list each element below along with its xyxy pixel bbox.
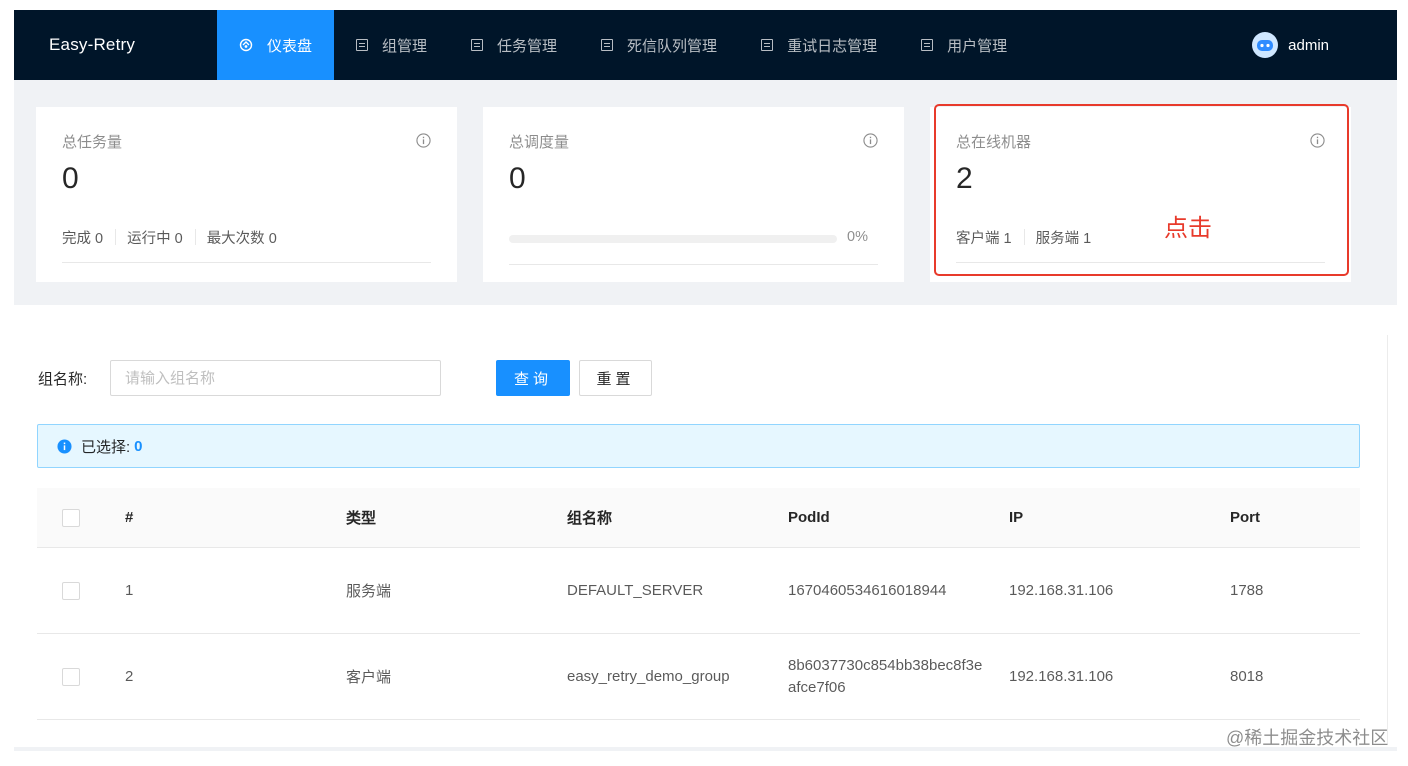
card-footer: 完成 0 运行中 0 最大次数 0 xyxy=(62,227,431,263)
menu-item-users[interactable]: 用户管理 xyxy=(899,10,1029,80)
column-header-type[interactable]: 类型 xyxy=(346,507,567,528)
card-online-machines[interactable]: 总在线机器 2 客户端 1 服务端 1 xyxy=(930,107,1351,282)
column-header-port[interactable]: Port xyxy=(1230,509,1360,526)
select-all-checkbox[interactable] xyxy=(62,508,80,527)
column-header-group[interactable]: 组名称 xyxy=(567,507,788,528)
list-icon xyxy=(356,39,369,51)
avatar xyxy=(1252,32,1279,58)
progress-track xyxy=(509,235,837,243)
header-checkbox-cell xyxy=(37,508,125,527)
table-row[interactable]: 1 服务端 DEFAULT_SERVER 1670460534616018944… xyxy=(37,548,1360,634)
row-checkbox-cell xyxy=(37,667,125,686)
divider xyxy=(14,747,1397,751)
cell-index: 1 xyxy=(125,582,134,599)
cell-ip: 192.168.31.106 xyxy=(1009,668,1114,685)
menu-item-tasks[interactable]: 任务管理 xyxy=(449,10,579,80)
stat-running: 运行中 0 xyxy=(127,231,183,247)
username: admin xyxy=(1288,36,1329,54)
stat-clients: 客户端 1 xyxy=(956,231,1012,247)
reset-button[interactable]: 重置 xyxy=(579,360,652,396)
cell-group: easy_retry_demo_group xyxy=(567,668,730,685)
user-menu[interactable]: admin xyxy=(1252,32,1329,58)
table-header: # 类型 组名称 PodId IP Port xyxy=(37,488,1360,548)
row-checkbox[interactable] xyxy=(62,667,80,686)
menu-label: 用户管理 xyxy=(947,37,1008,55)
dashboard-icon xyxy=(239,38,253,52)
group-name-input[interactable] xyxy=(110,360,441,396)
stat-max-retries: 最大次数 0 xyxy=(206,231,277,247)
stat-completed: 完成 0 xyxy=(62,231,104,247)
progress-text: 0% xyxy=(847,229,868,245)
top-nav: Easy-Retry 仪表盘 组管理 任务管理 死信队列管理 重试日志管理 用户… xyxy=(14,10,1397,80)
list-icon xyxy=(471,39,484,51)
list-icon xyxy=(761,39,774,51)
table-row[interactable]: 2 客户端 easy_retry_demo_group 8b6037730c85… xyxy=(37,634,1360,720)
card-total-tasks: 总任务量 0 完成 0 运行中 0 最大次数 0 xyxy=(36,107,457,282)
row-checkbox-cell xyxy=(37,581,125,600)
annotation-text: 点击 xyxy=(1164,215,1212,242)
menu-label: 死信队列管理 xyxy=(627,37,718,55)
cell-group: DEFAULT_SERVER xyxy=(567,582,704,599)
avatar-face-icon xyxy=(1257,40,1274,51)
progress: 0% xyxy=(509,229,878,265)
info-icon xyxy=(57,438,72,454)
list-icon xyxy=(921,39,934,51)
menu-label: 任务管理 xyxy=(497,37,558,55)
selection-alert: 已选择: 0 xyxy=(37,424,1360,468)
menu-label: 组管理 xyxy=(382,37,428,55)
machines-table: # 类型 组名称 PodId IP Port 1 服务端 DEFAULT_SER… xyxy=(37,488,1360,720)
cell-port: 1788 xyxy=(1230,582,1264,599)
card-footer: 客户端 1 服务端 1 xyxy=(956,227,1325,263)
main-menu: 仪表盘 组管理 任务管理 死信队列管理 重试日志管理 用户管理 xyxy=(217,10,1029,80)
cell-port: 8018 xyxy=(1230,668,1264,685)
menu-item-retry-log[interactable]: 重试日志管理 xyxy=(739,10,899,80)
divider xyxy=(1023,229,1025,245)
info-icon[interactable] xyxy=(416,133,431,148)
app-logo[interactable]: Easy-Retry xyxy=(14,35,217,55)
card-title: 总调度量 xyxy=(509,134,570,151)
row-checkbox[interactable] xyxy=(62,581,80,600)
cell-podid: 8b6037730c854bb38bec8f3eafce7f06 xyxy=(788,656,983,696)
menu-item-dead-letter[interactable]: 死信队列管理 xyxy=(579,10,739,80)
stat-servers: 服务端 1 xyxy=(1035,231,1092,247)
menu-item-dashboard[interactable]: 仪表盘 xyxy=(217,10,335,80)
menu-label: 重试日志管理 xyxy=(787,37,878,55)
column-header-podid[interactable]: PodId xyxy=(788,507,1009,529)
alert-text: 已选择: xyxy=(81,438,131,456)
card-title: 总任务量 xyxy=(62,134,123,151)
card-value: 0 xyxy=(509,162,526,195)
cell-ip: 192.168.31.106 xyxy=(1009,582,1114,599)
divider xyxy=(194,229,196,245)
selected-count: 0 xyxy=(134,437,143,455)
menu-item-groups[interactable]: 组管理 xyxy=(334,10,449,80)
scrollbar[interactable] xyxy=(1387,335,1397,745)
cell-type: 客户端 xyxy=(346,669,392,686)
card-value: 2 xyxy=(956,162,973,195)
watermark: @稀土掘金技术社区 xyxy=(1226,728,1389,748)
info-icon[interactable] xyxy=(863,133,878,148)
search-label: 组名称: xyxy=(38,371,88,388)
info-icon[interactable] xyxy=(1310,133,1325,148)
card-title: 总在线机器 xyxy=(956,134,1032,151)
list-icon xyxy=(601,39,614,51)
query-button[interactable]: 查询 xyxy=(496,360,570,396)
column-header-index[interactable]: # xyxy=(125,509,346,526)
menu-label: 仪表盘 xyxy=(267,37,313,55)
column-header-ip[interactable]: IP xyxy=(1009,509,1230,526)
cell-podid: 1670460534616018944 xyxy=(788,581,947,599)
divider xyxy=(115,229,117,245)
card-value: 0 xyxy=(62,162,79,195)
cell-type: 服务端 xyxy=(346,583,392,600)
card-total-schedules: 总调度量 0 0% xyxy=(483,107,904,282)
cell-index: 2 xyxy=(125,668,134,685)
